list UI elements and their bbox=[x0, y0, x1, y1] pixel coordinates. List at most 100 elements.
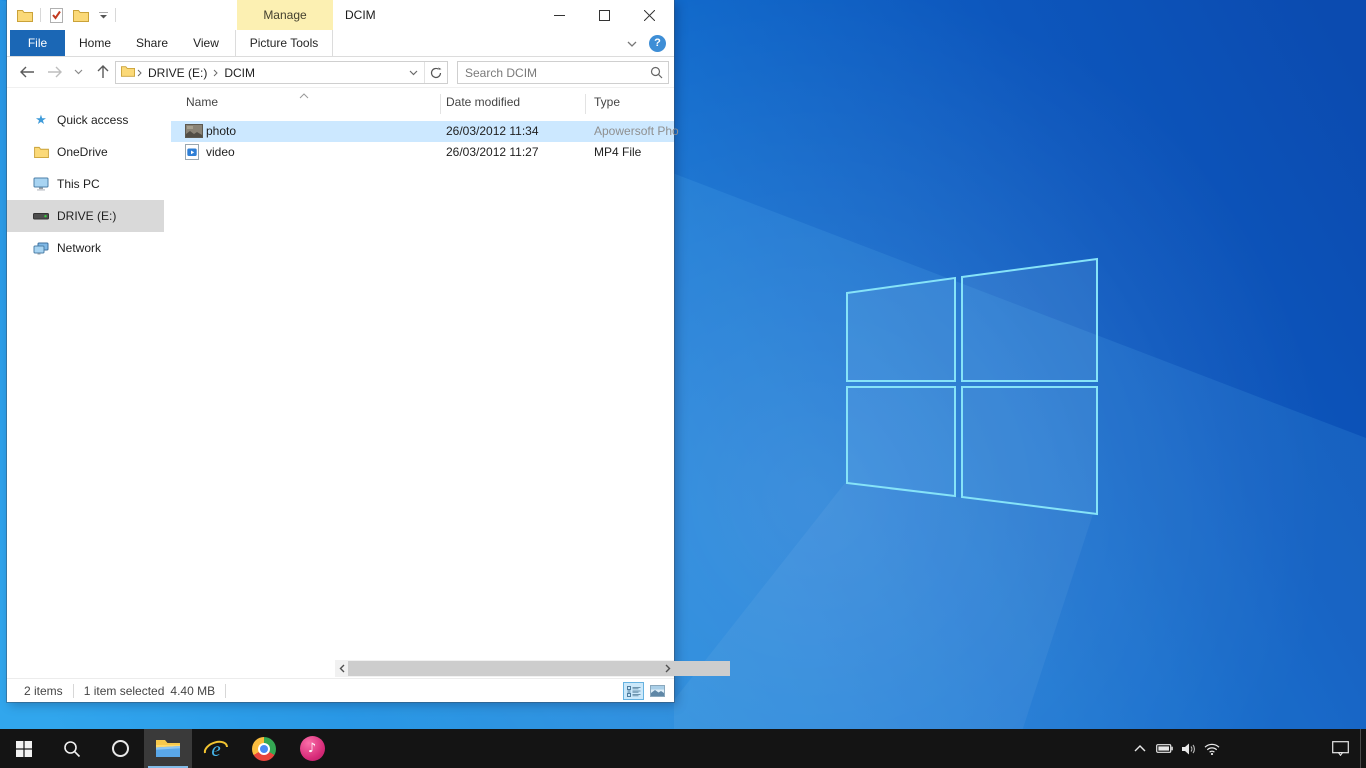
horizontal-scrollbar[interactable] bbox=[335, 660, 674, 677]
status-divider bbox=[225, 684, 226, 698]
address-dropdown-chevron[interactable] bbox=[402, 62, 424, 83]
sidebar-item-this-pc[interactable]: This PC bbox=[7, 168, 164, 200]
tab-view[interactable]: View bbox=[185, 30, 227, 56]
file-date: 26/03/2012 11:34 bbox=[446, 124, 539, 138]
taskbar-file-explorer-button[interactable] bbox=[144, 729, 192, 768]
selection-count: 1 item selected bbox=[78, 684, 171, 698]
minimize-button[interactable] bbox=[537, 0, 582, 30]
up-button[interactable] bbox=[91, 60, 115, 84]
breadcrumb-segment-drive[interactable]: DRIVE (E:) bbox=[144, 66, 211, 80]
expand-ribbon-chevron-icon[interactable] bbox=[627, 36, 637, 50]
items-count: 2 items bbox=[18, 684, 69, 698]
onedrive-folder-icon bbox=[33, 146, 49, 158]
file-name: video bbox=[206, 145, 235, 159]
this-pc-monitor-icon bbox=[33, 177, 49, 191]
file-date: 26/03/2012 11:27 bbox=[446, 145, 539, 159]
forward-button[interactable] bbox=[43, 60, 67, 84]
sidebar-item-onedrive[interactable]: OneDrive bbox=[7, 136, 164, 168]
details-view-button[interactable] bbox=[623, 682, 644, 700]
explorer-app-icon[interactable] bbox=[15, 4, 35, 26]
start-button[interactable] bbox=[0, 729, 48, 768]
file-list: Name Date modified Type photo 26/03/2012… bbox=[171, 88, 674, 678]
navigation-bar: DRIVE (E:) DCIM bbox=[7, 57, 674, 88]
sidebar-item-quick-access[interactable]: ★ Quick access bbox=[7, 104, 164, 136]
file-type: MP4 File bbox=[594, 145, 641, 159]
window-title: DCIM bbox=[345, 0, 376, 30]
ribbon-manage-group[interactable]: Manage bbox=[237, 0, 333, 30]
qat-separator bbox=[40, 8, 41, 22]
breadcrumb-chevron-icon[interactable] bbox=[137, 66, 142, 80]
search-box bbox=[457, 61, 669, 84]
scroll-right-arrow[interactable] bbox=[661, 660, 674, 677]
cortana-icon bbox=[112, 740, 129, 757]
battery-icon[interactable] bbox=[1152, 729, 1176, 768]
thumbnails-view-button[interactable] bbox=[647, 682, 668, 700]
hidden-icons-chevron[interactable] bbox=[1128, 729, 1152, 768]
internet-explorer-icon: e bbox=[203, 736, 229, 762]
address-bar[interactable]: DRIVE (E:) DCIM bbox=[115, 61, 448, 84]
chrome-icon bbox=[252, 737, 276, 761]
search-input[interactable] bbox=[458, 66, 644, 80]
tab-home[interactable]: Home bbox=[72, 30, 118, 56]
back-button[interactable] bbox=[15, 60, 39, 84]
refresh-button[interactable] bbox=[425, 62, 447, 83]
itunes-button[interactable]: ♪ bbox=[288, 729, 336, 768]
file-name: photo bbox=[206, 124, 236, 138]
column-headers: Name Date modified Type bbox=[171, 92, 674, 116]
cortana-button[interactable] bbox=[96, 729, 144, 768]
quick-access-toolbar bbox=[15, 0, 116, 30]
tab-share[interactable]: Share bbox=[129, 30, 175, 56]
windows-logo-icon bbox=[16, 741, 32, 757]
search-icon[interactable] bbox=[644, 66, 668, 79]
breadcrumb-chevron-icon[interactable] bbox=[213, 66, 218, 80]
sidebar-item-network[interactable]: Network bbox=[7, 232, 164, 264]
wifi-icon[interactable] bbox=[1200, 729, 1224, 768]
taskbar: e ♪ bbox=[0, 729, 1366, 768]
column-header-date-modified[interactable]: Date modified bbox=[446, 95, 520, 109]
show-desktop-button[interactable] bbox=[1360, 729, 1366, 768]
windows-logo bbox=[847, 259, 1097, 514]
recent-locations-chevron[interactable] bbox=[69, 60, 87, 84]
title-bar: Manage DCIM bbox=[7, 0, 674, 30]
photo-thumbnail-icon bbox=[185, 123, 203, 139]
file-row-photo[interactable]: photo 26/03/2012 11:34 Apowersoft Pho bbox=[171, 121, 674, 142]
qat-separator bbox=[115, 8, 116, 22]
sidebar-item-label: OneDrive bbox=[57, 145, 108, 159]
video-file-icon bbox=[185, 144, 203, 160]
breadcrumb-segment-dcim[interactable]: DCIM bbox=[220, 66, 259, 80]
action-center-icon bbox=[1332, 741, 1349, 756]
scroll-left-arrow[interactable] bbox=[335, 660, 348, 677]
help-button[interactable]: ? bbox=[649, 35, 666, 52]
column-divider[interactable] bbox=[585, 94, 586, 114]
sort-ascending-icon bbox=[299, 88, 309, 102]
file-row-video[interactable]: video 26/03/2012 11:27 MP4 File bbox=[171, 142, 674, 163]
selection-size: 4.40 MB bbox=[170, 684, 221, 698]
maximize-button[interactable] bbox=[582, 0, 627, 30]
status-bar: 2 items 1 item selected 4.40 MB bbox=[7, 678, 674, 702]
file-type: Apowersoft Pho bbox=[594, 124, 679, 138]
itunes-icon: ♪ bbox=[300, 736, 325, 761]
chrome-button[interactable] bbox=[240, 729, 288, 768]
svg-text:e: e bbox=[211, 737, 220, 761]
volume-icon[interactable] bbox=[1176, 729, 1200, 768]
taskbar-search-button[interactable] bbox=[48, 729, 96, 768]
tab-picture-tools[interactable]: Picture Tools bbox=[235, 30, 333, 56]
new-folder-button[interactable] bbox=[71, 4, 91, 26]
column-header-type[interactable]: Type bbox=[594, 95, 620, 109]
navigation-pane: ★ Quick access OneDrive This PC DRIVE (E… bbox=[7, 88, 171, 678]
close-button[interactable] bbox=[627, 0, 672, 30]
address-folder-icon bbox=[121, 65, 135, 80]
action-center-button[interactable] bbox=[1320, 729, 1360, 768]
search-icon bbox=[63, 740, 81, 758]
sidebar-item-drive-e[interactable]: DRIVE (E:) bbox=[7, 200, 164, 232]
column-divider[interactable] bbox=[440, 94, 441, 114]
tab-file[interactable]: File bbox=[10, 30, 65, 56]
customize-qat-chevron[interactable] bbox=[96, 4, 110, 26]
sidebar-item-label: DRIVE (E:) bbox=[57, 209, 116, 223]
system-tray bbox=[1128, 729, 1366, 768]
internet-explorer-button[interactable]: e bbox=[192, 729, 240, 768]
status-divider bbox=[73, 684, 74, 698]
column-header-name[interactable]: Name bbox=[186, 95, 218, 109]
quick-access-star-icon: ★ bbox=[33, 113, 49, 128]
properties-button[interactable] bbox=[46, 4, 66, 26]
